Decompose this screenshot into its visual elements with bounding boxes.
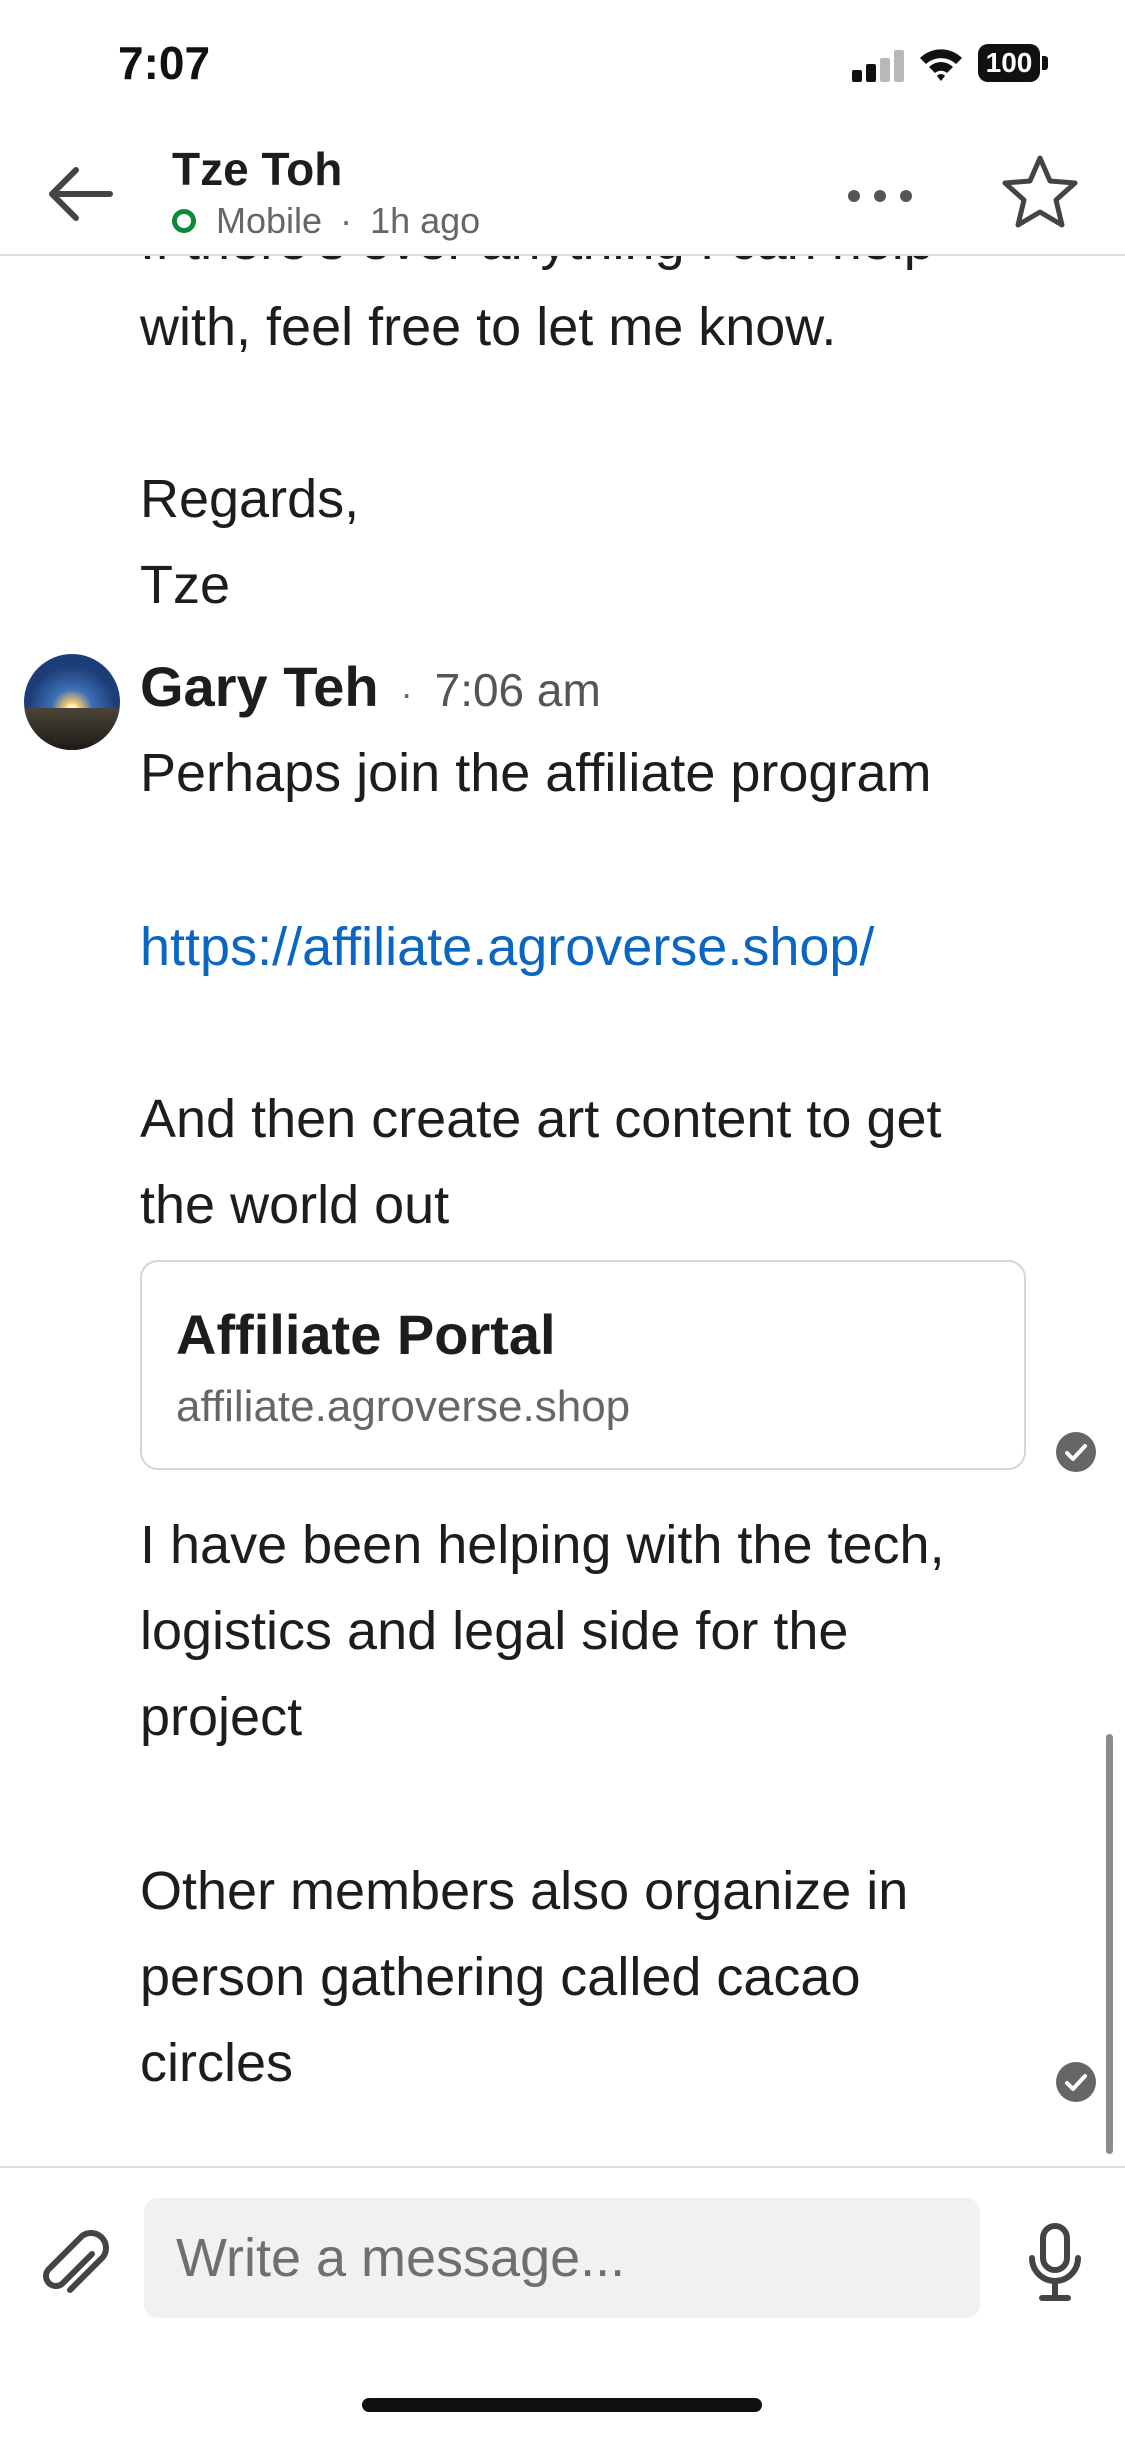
presence-separator: · [340,200,353,241]
battery-level: 100 [978,44,1040,82]
presence-status: Mobile · 1h ago [172,200,480,242]
link-preview-card[interactable]: Affiliate Portal affiliate.agroverse.sho… [140,1260,1026,1470]
read-receipt-icon [1056,2062,1096,2102]
sender-avatar[interactable] [24,654,120,750]
microphone-icon[interactable] [1020,2218,1090,2308]
message-text: I have been helping with the tech, logis… [140,1515,945,1747]
home-indicator [362,2398,762,2412]
wifi-icon [920,49,962,81]
message-text: Perhaps join the affiliate program [140,743,932,803]
message-input[interactable] [144,2198,980,2318]
link-preview-title: Affiliate Portal [176,1303,556,1366]
presence-device: Mobile [216,200,323,241]
previous-message-text: with, feel free to let me know. Regards,… [140,297,837,615]
contact-name[interactable]: Tze Toh [172,142,342,196]
sender-name[interactable]: Gary Teh [140,654,379,719]
previous-message-cut-line: If there's ever anything I can help [140,254,1040,284]
message-header: Gary Teh · 7:06 am [140,654,601,719]
status-bar: 7:07 100 [0,0,1125,130]
message-thread: If there's ever anything I can help with… [0,254,1125,2166]
status-time: 7:07 [118,37,211,89]
paperclip-icon[interactable] [30,2224,120,2314]
message-text: And then create art content to get the w… [140,1089,942,1235]
message-time: 7:06 am [434,664,601,716]
link-preview-domain: affiliate.agroverse.shop [176,1382,631,1431]
scrollbar[interactable] [1106,1734,1113,2154]
last-seen: 1h ago [370,200,481,241]
star-icon[interactable] [1000,152,1080,232]
cellular-signal-icon [852,50,904,82]
battery-icon: 100 [978,44,1050,84]
message-text: Other members also organize in person ga… [140,1861,909,2093]
back-arrow-icon[interactable] [40,154,130,234]
more-options-icon[interactable] [840,160,920,230]
online-status-icon [172,209,196,233]
conversation-header: Tze Toh Mobile · 1h ago [0,130,1125,256]
sender-separator: · [400,673,413,714]
affiliate-link[interactable]: https://affiliate.agroverse.shop/ [140,904,1040,990]
read-receipt-icon [1056,1432,1096,1472]
